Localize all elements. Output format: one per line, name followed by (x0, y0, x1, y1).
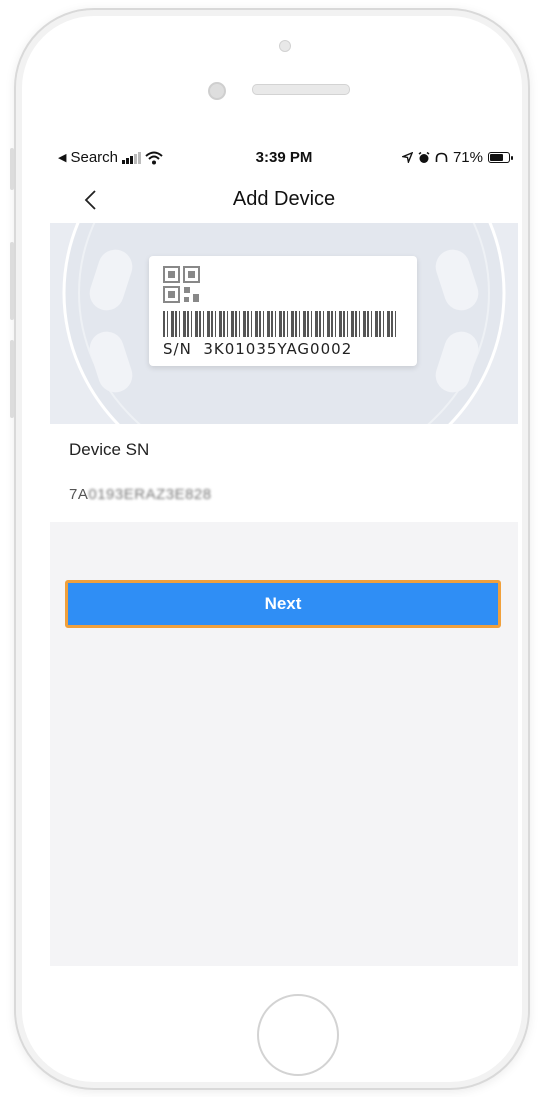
home-button[interactable] (257, 994, 339, 1076)
device-sn-value-obscured: 0193ERAZ3E828 (88, 486, 212, 503)
navigation-bar: Add Device (50, 176, 518, 223)
device-sn-section: Device SN 7A0193ERAZ3E828 (50, 424, 518, 522)
headphones-icon (435, 152, 448, 162)
serial-number-label: S/N 3K01035YAG0002 (163, 340, 352, 358)
battery-icon (488, 152, 513, 163)
page-title: Add Device (232, 188, 336, 210)
device-illustration: S/N 3K01035YAG0002 (50, 223, 518, 424)
volume-down-button (10, 340, 14, 418)
app-screen: ◀ Search 3:39 PM 71% Add Device S/N 3K01… (50, 140, 518, 966)
status-right: 71% (401, 149, 513, 166)
next-button[interactable]: Next (65, 580, 501, 628)
proximity-sensor (279, 40, 291, 52)
location-arrow-icon (401, 152, 413, 163)
barcode-graphic (163, 311, 397, 337)
device-sn-value-visible: 7A (69, 486, 89, 503)
sn-prefix: S/N (163, 340, 192, 358)
earpiece-speaker (252, 84, 350, 95)
device-sn-value: 7A0193ERAZ3E828 (69, 486, 212, 503)
mute-switch (10, 148, 14, 190)
status-bar: ◀ Search 3:39 PM 71% (50, 140, 518, 176)
sn-value: 3K01035YAG0002 (203, 340, 353, 358)
qr-code-icon (163, 266, 200, 303)
volume-up-button (10, 242, 14, 320)
device-sn-label: Device SN (69, 440, 150, 459)
serial-number-label-card: S/N 3K01035YAG0002 (149, 256, 417, 366)
front-camera (208, 82, 226, 100)
battery-percent: 71% (452, 149, 483, 166)
alarm-icon (418, 151, 430, 163)
